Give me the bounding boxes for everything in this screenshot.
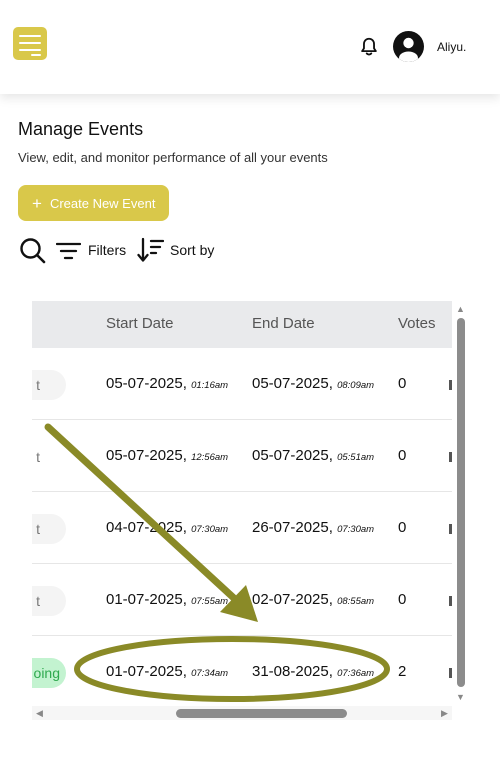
user-circle-icon[interactable] [393,31,424,62]
end-date: 26-07-2025, [252,519,333,536]
end-time: 08:55am [337,596,375,607]
page-title: Manage Events [18,119,144,139]
cut-off-column-mark [449,668,452,678]
page: Aliyu. Manage Events View, edit, and mon… [0,0,500,757]
filter-icon[interactable] [56,240,81,262]
table-row[interactable]: oing 01-07-2025, 07:34am 31-08-2025, 07:… [32,636,452,705]
scroll-up-arrow-icon[interactable]: ▲ [456,304,465,314]
start-date-cell: 01-07-2025, 07:34am [106,663,228,680]
start-date-cell: 05-07-2025, 01:16am [106,375,228,392]
start-time: 07:55am [191,596,229,607]
sort-descending-icon[interactable] [137,237,164,263]
hamburger-icon [19,35,41,37]
column-header-votes[interactable]: Votes [398,315,436,332]
cut-off-column-mark [449,452,452,462]
end-date-cell: 31-08-2025, 07:36am [252,663,374,680]
hamburger-icon-line [19,42,41,44]
start-time: 07:34am [191,668,229,679]
start-date: 05-07-2025, [106,375,187,392]
username[interactable]: Aliyu. [437,40,466,54]
top-bar: Aliyu. [0,0,500,94]
status-badge: t [32,586,66,616]
table-row[interactable]: t 05-07-2025, 12:56am 05-07-2025, 05:51a… [32,420,452,492]
menu-button[interactable] [13,27,47,60]
end-date: 05-07-2025, [252,375,333,392]
filters-label[interactable]: Filters [88,242,126,258]
start-time: 12:56am [191,452,229,463]
votes-cell: 0 [398,447,407,464]
column-header-start-date[interactable]: Start Date [106,315,174,332]
end-time: 08:09am [337,380,375,391]
end-time: 07:36am [337,668,375,679]
table-row[interactable]: t 05-07-2025, 01:16am 05-07-2025, 08:09a… [32,348,452,420]
end-date: 05-07-2025, [252,447,333,464]
start-date: 04-07-2025, [106,519,187,536]
table-row[interactable]: t 04-07-2025, 07:30am 26-07-2025, 07:30a… [32,492,452,564]
status-badge: oing [32,658,66,688]
cut-off-column-mark [449,380,452,390]
status-badge: t [32,514,66,544]
end-date: 02-07-2025, [252,591,333,608]
search-icon[interactable] [19,237,46,264]
sort-by-label[interactable]: Sort by [170,242,214,258]
start-date: 01-07-2025, [106,663,187,680]
hamburger-icon-line [19,49,41,51]
start-time: 01:16am [191,380,229,391]
votes-cell: 2 [398,663,407,680]
scroll-left-arrow-icon[interactable]: ◀ [36,708,43,719]
end-time: 05:51am [337,452,375,463]
bell-icon[interactable] [358,36,380,58]
start-date-cell: 01-07-2025, 07:55am [106,591,228,608]
votes-cell: 0 [398,591,407,608]
status-badge: t [32,442,66,472]
end-date: 31-08-2025, [252,663,333,680]
column-header-end-date[interactable]: End Date [252,315,315,332]
start-date-cell: 05-07-2025, 12:56am [106,447,228,464]
table-row[interactable]: t 01-07-2025, 07:55am 02-07-2025, 08:55a… [32,564,452,636]
end-date-cell: 26-07-2025, 07:30am [252,519,374,536]
hamburger-icon-line [31,54,41,56]
plus-icon: + [32,193,42,213]
events-table: Start Date End Date Votes t 05-07-2025, … [32,301,452,705]
end-time: 07:30am [337,524,375,535]
start-date: 01-07-2025, [106,591,187,608]
table-header: Start Date End Date Votes [32,301,452,348]
scroll-right-arrow-icon[interactable]: ▶ [441,708,448,719]
horizontal-scrollbar-thumb[interactable] [176,709,347,718]
create-new-event-button[interactable]: + Create New Event [18,185,169,221]
end-date-cell: 05-07-2025, 08:09am [252,375,374,392]
votes-cell: 0 [398,519,407,536]
end-date-cell: 02-07-2025, 08:55am [252,591,374,608]
end-date-cell: 05-07-2025, 05:51am [252,447,374,464]
start-time: 07:30am [191,524,229,535]
create-new-event-label: Create New Event [49,195,156,211]
cut-off-column-mark [449,596,452,606]
page-subtitle: View, edit, and monitor performance of a… [18,150,328,165]
vertical-scrollbar-thumb[interactable] [457,318,465,687]
scroll-down-arrow-icon[interactable]: ▼ [456,692,465,702]
votes-cell: 0 [398,375,407,392]
start-date: 05-07-2025, [106,447,187,464]
cut-off-column-mark [449,524,452,534]
status-badge: t [32,370,66,400]
start-date-cell: 04-07-2025, 07:30am [106,519,228,536]
